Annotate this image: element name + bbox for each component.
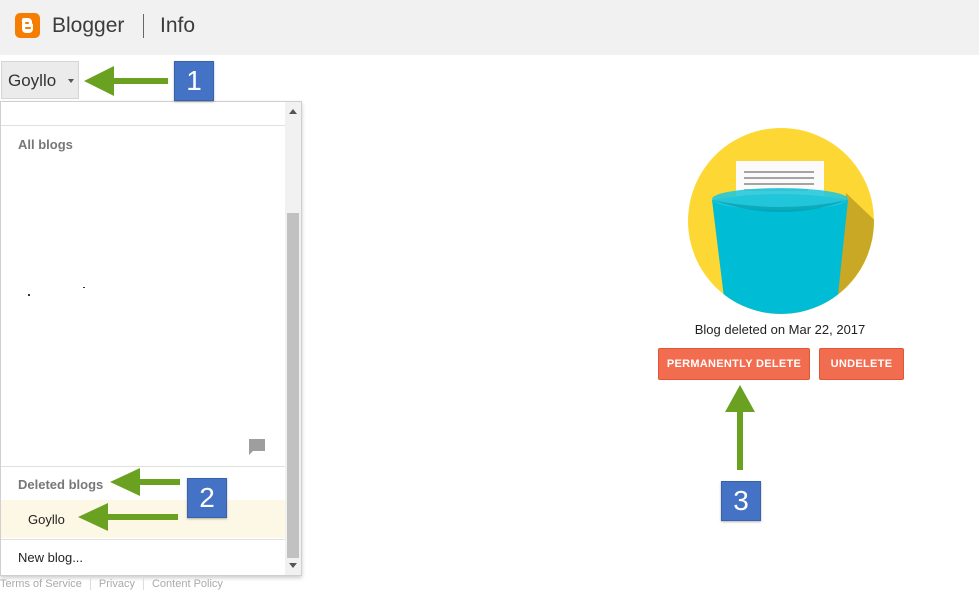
dropdown-divider <box>1 539 285 540</box>
comment-icon[interactable] <box>247 437 267 457</box>
annotation-badge-2: 2 <box>187 478 227 518</box>
undelete-button[interactable]: UNDELETE <box>819 348 904 380</box>
dropdown-divider <box>1 466 285 467</box>
new-blog-link[interactable]: New blog... <box>18 550 83 565</box>
arrow-3-head-icon <box>725 385 755 412</box>
annotation-badge-1: 1 <box>174 61 214 101</box>
footer-link-privacy[interactable]: Privacy <box>99 578 135 590</box>
top-bar: Blogger Info <box>0 0 979 55</box>
arrow-1-head-icon <box>84 66 114 96</box>
page-title: Info <box>160 14 196 37</box>
trash-bin-illustration-icon <box>688 128 874 314</box>
header-divider <box>143 14 144 38</box>
annotation-badge-3: 3 <box>721 481 761 521</box>
arrow-1-shaft <box>108 78 168 84</box>
footer-link-terms[interactable]: Terms of Service <box>0 578 82 590</box>
blogger-logo-icon[interactable] <box>15 13 40 38</box>
scroll-down-arrow-icon[interactable] <box>289 563 297 568</box>
speck <box>28 294 30 296</box>
arrow-3-shaft <box>737 404 743 470</box>
footer-divider <box>142 578 144 591</box>
deleted-blogs-heading: Deleted blogs <box>18 477 104 492</box>
blogger-b-icon <box>21 18 34 33</box>
deleted-blog-item-label: Goyllo <box>28 512 65 527</box>
caret-down-icon <box>68 79 74 83</box>
footer-links: Terms of Service Privacy Content Policy <box>0 578 223 591</box>
blog-selector-label: Goyllo <box>8 71 57 90</box>
brand-name[interactable]: Blogger <box>52 14 124 38</box>
blog-selector-button[interactable]: Goyllo <box>1 61 79 99</box>
scrollbar-thumb[interactable] <box>287 213 299 558</box>
blog-dropdown: All blogs Deleted blogs Goyllo New blog.… <box>0 101 302 576</box>
deleted-status-text: Blog deleted on Mar 22, 2017 <box>694 322 866 337</box>
deleted-blog-item[interactable]: Goyllo <box>1 500 285 538</box>
all-blogs-heading: All blogs <box>18 137 73 152</box>
permanently-delete-button[interactable]: PERMANENTLY DELETE <box>658 348 810 380</box>
speck <box>83 287 85 288</box>
scroll-up-arrow-icon[interactable] <box>289 109 297 114</box>
dropdown-divider <box>1 125 285 126</box>
footer-link-content-policy[interactable]: Content Policy <box>152 578 223 590</box>
footer-divider <box>89 578 91 591</box>
